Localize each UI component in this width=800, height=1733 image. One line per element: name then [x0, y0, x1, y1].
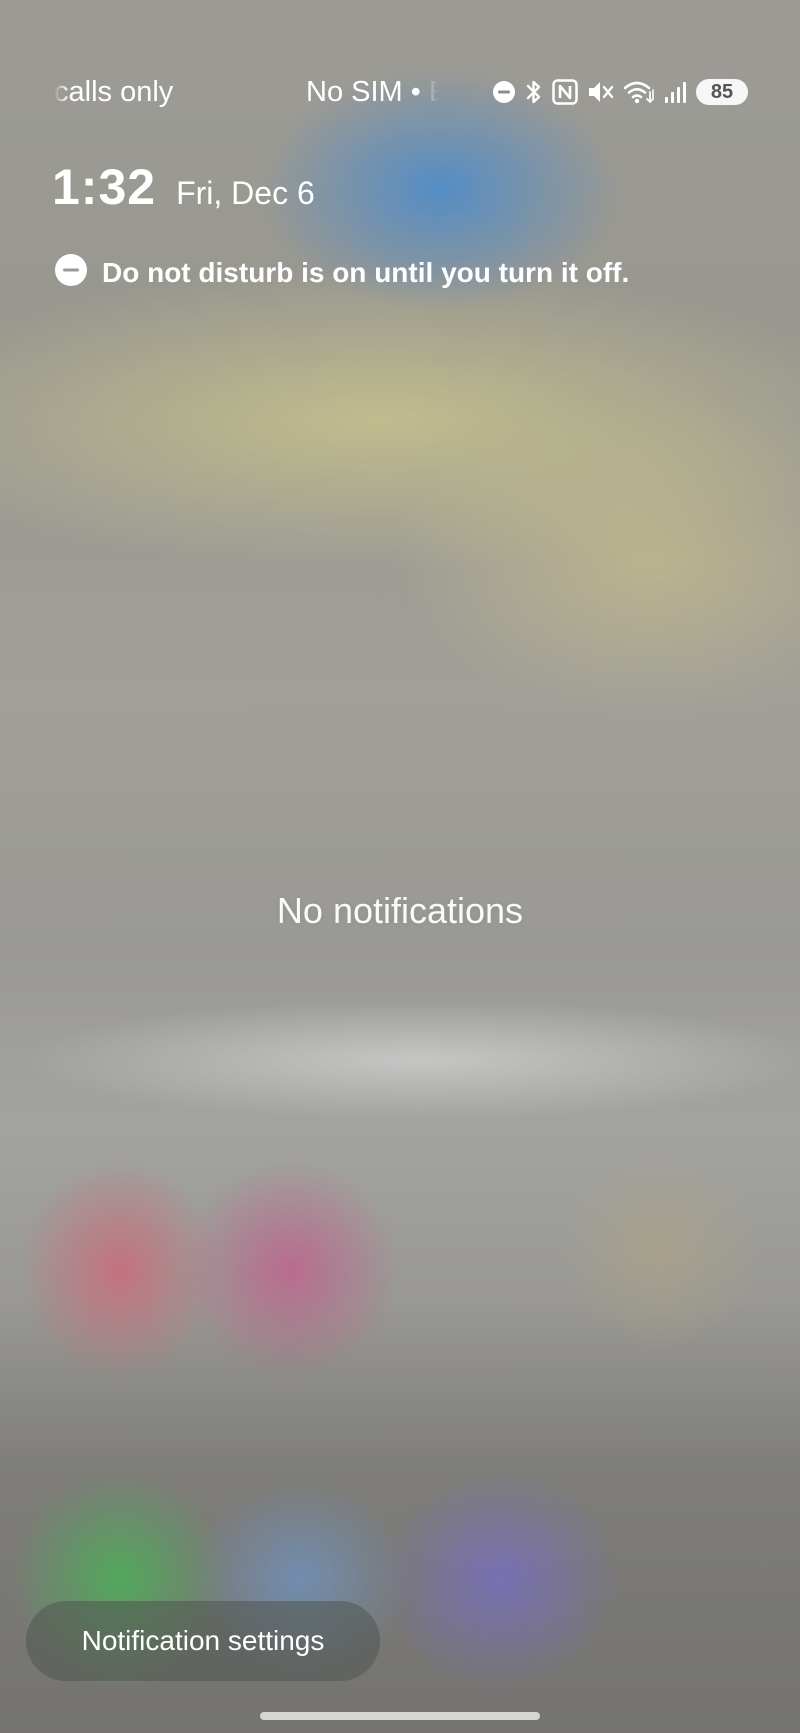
dnd-icon — [492, 78, 516, 106]
clock-time: 1:32 — [52, 159, 157, 215]
notification-settings-button[interactable]: Notification settings — [26, 1601, 380, 1681]
mute-icon — [586, 78, 614, 106]
status-bar: calls only No SIM • E 85 — [0, 70, 800, 120]
dnd-icon — [54, 253, 88, 292]
bluetooth-icon — [524, 78, 544, 106]
dnd-message: Do not disturb is on until you turn it o… — [102, 256, 630, 288]
status-icons: 85 — [492, 78, 748, 106]
clock-date: Fri, Dec 6 — [176, 175, 315, 211]
dnd-banner[interactable]: Do not disturb is on until you turn it o… — [54, 253, 629, 292]
battery-indicator: 85 — [696, 79, 748, 105]
nfc-icon — [552, 78, 578, 106]
wifi-icon — [622, 78, 656, 106]
empty-notifications-text: No notifications — [276, 890, 524, 931]
carrier-status-center: No SIM • E — [306, 76, 438, 108]
carrier-status-left: calls only — [54, 76, 174, 108]
signal-icon — [664, 78, 688, 106]
clock: 1:32 Fri, Dec 6 — [52, 158, 315, 216]
home-indicator[interactable] — [260, 1712, 540, 1720]
